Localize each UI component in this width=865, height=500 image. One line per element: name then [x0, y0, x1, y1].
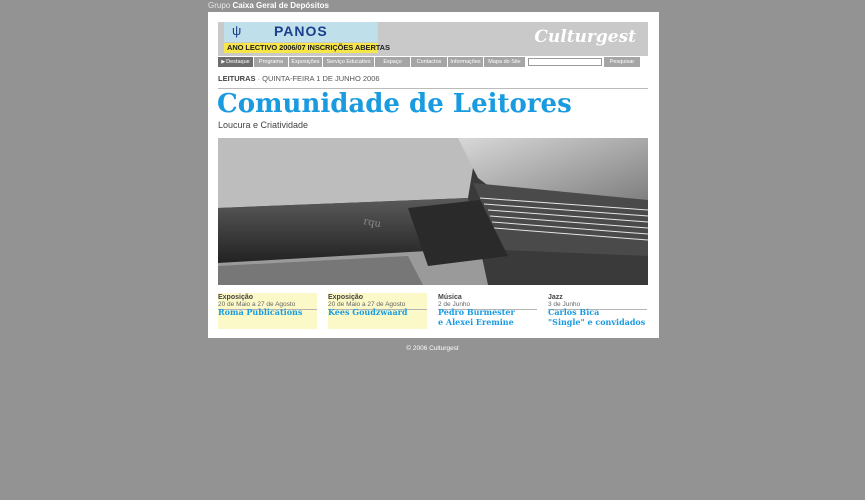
- event-category: Música: [438, 294, 462, 301]
- group-prefix: Grupo: [208, 1, 231, 10]
- arrow-right-icon: ▶: [221, 59, 226, 65]
- main-nav: ▶ Destaque Programa Exposições Serviço E…: [218, 57, 648, 67]
- tab-programa[interactable]: Programa: [254, 57, 289, 67]
- breadcrumb-section[interactable]: LEITURAS: [218, 74, 256, 83]
- breadcrumb-date: · QUINTA-FEIRA 1 DE JUNHO 2006: [255, 74, 380, 83]
- event-category: Exposição: [218, 294, 254, 301]
- tab-mapa-do-site[interactable]: Mapa do Site: [484, 57, 526, 67]
- page-container: ψ PANOS ANO LECTIVO 2006/07 INSCRIÇÕES A…: [208, 12, 659, 338]
- tab-servico-educativo[interactable]: Serviço Educativo: [323, 57, 375, 67]
- site-header: ψ PANOS ANO LECTIVO 2006/07 INSCRIÇÕES A…: [218, 22, 648, 56]
- event-card[interactable]: Exposição 20 de Maio a 27 de Agosto Roma…: [218, 293, 317, 329]
- cactus-icon: ψ: [232, 23, 242, 38]
- tab-label: Destaque: [226, 59, 250, 65]
- page-subtitle: Loucura e Criatividade: [218, 120, 309, 130]
- tab-informacoes[interactable]: Informações: [448, 57, 484, 67]
- books-image: rqu: [218, 138, 648, 285]
- page-title: Comunidade de Leitores: [217, 89, 572, 119]
- tab-espaco[interactable]: Espaço: [375, 57, 411, 67]
- event-card[interactable]: Música 2 de Junho Pedro Burmester e Alexe…: [438, 293, 537, 329]
- search-input[interactable]: [528, 58, 602, 66]
- event-title[interactable]: Pedro Burmester e Alexei Eremine: [438, 307, 515, 327]
- search-button[interactable]: Pesquisar: [604, 57, 640, 67]
- event-title[interactable]: Kees Goudzwaard: [328, 307, 407, 318]
- feature-photo: rqu: [218, 138, 648, 285]
- event-title[interactable]: Carlos Bica "Single" e convidados: [548, 307, 645, 327]
- breadcrumb: LEITURAS · QUINTA-FEIRA 1 DE JUNHO 2006: [218, 74, 380, 83]
- event-title[interactable]: Roma Publications: [218, 307, 302, 318]
- panos-title: PANOS: [274, 23, 328, 39]
- panos-banner[interactable]: ψ PANOS ANO LECTIVO 2006/07 INSCRIÇÕES A…: [224, 22, 390, 56]
- event-card[interactable]: Jazz 3 de Junho Carlos Bica "Single" e co…: [548, 293, 647, 329]
- event-category: Exposição: [328, 294, 364, 301]
- panos-strip: ANO LECTIVO 2006/07 INSCRIÇÕES ABERTAS: [224, 43, 390, 53]
- tab-exposicoes[interactable]: Exposições: [289, 57, 323, 67]
- event-card[interactable]: Exposição 20 de Maio a 27 de Agosto Kees…: [328, 293, 427, 329]
- group-name[interactable]: Caixa Geral de Depósitos: [232, 1, 328, 10]
- tab-contactos[interactable]: Contactos: [411, 57, 448, 67]
- footer-copyright: © 2006 Culturgest: [406, 345, 459, 352]
- event-cards: Exposição 20 de Maio a 27 de Agosto Roma…: [218, 293, 648, 329]
- group-header: Grupo Caixa Geral de Depósitos: [208, 1, 329, 10]
- event-category: Jazz: [548, 294, 563, 301]
- culturgest-logo[interactable]: Culturgest: [534, 27, 636, 47]
- panos-strip-text: ANO LECTIVO 2006/07 INSCRIÇÕES ABERTAS: [227, 43, 390, 52]
- tab-destaque[interactable]: ▶ Destaque: [218, 57, 254, 67]
